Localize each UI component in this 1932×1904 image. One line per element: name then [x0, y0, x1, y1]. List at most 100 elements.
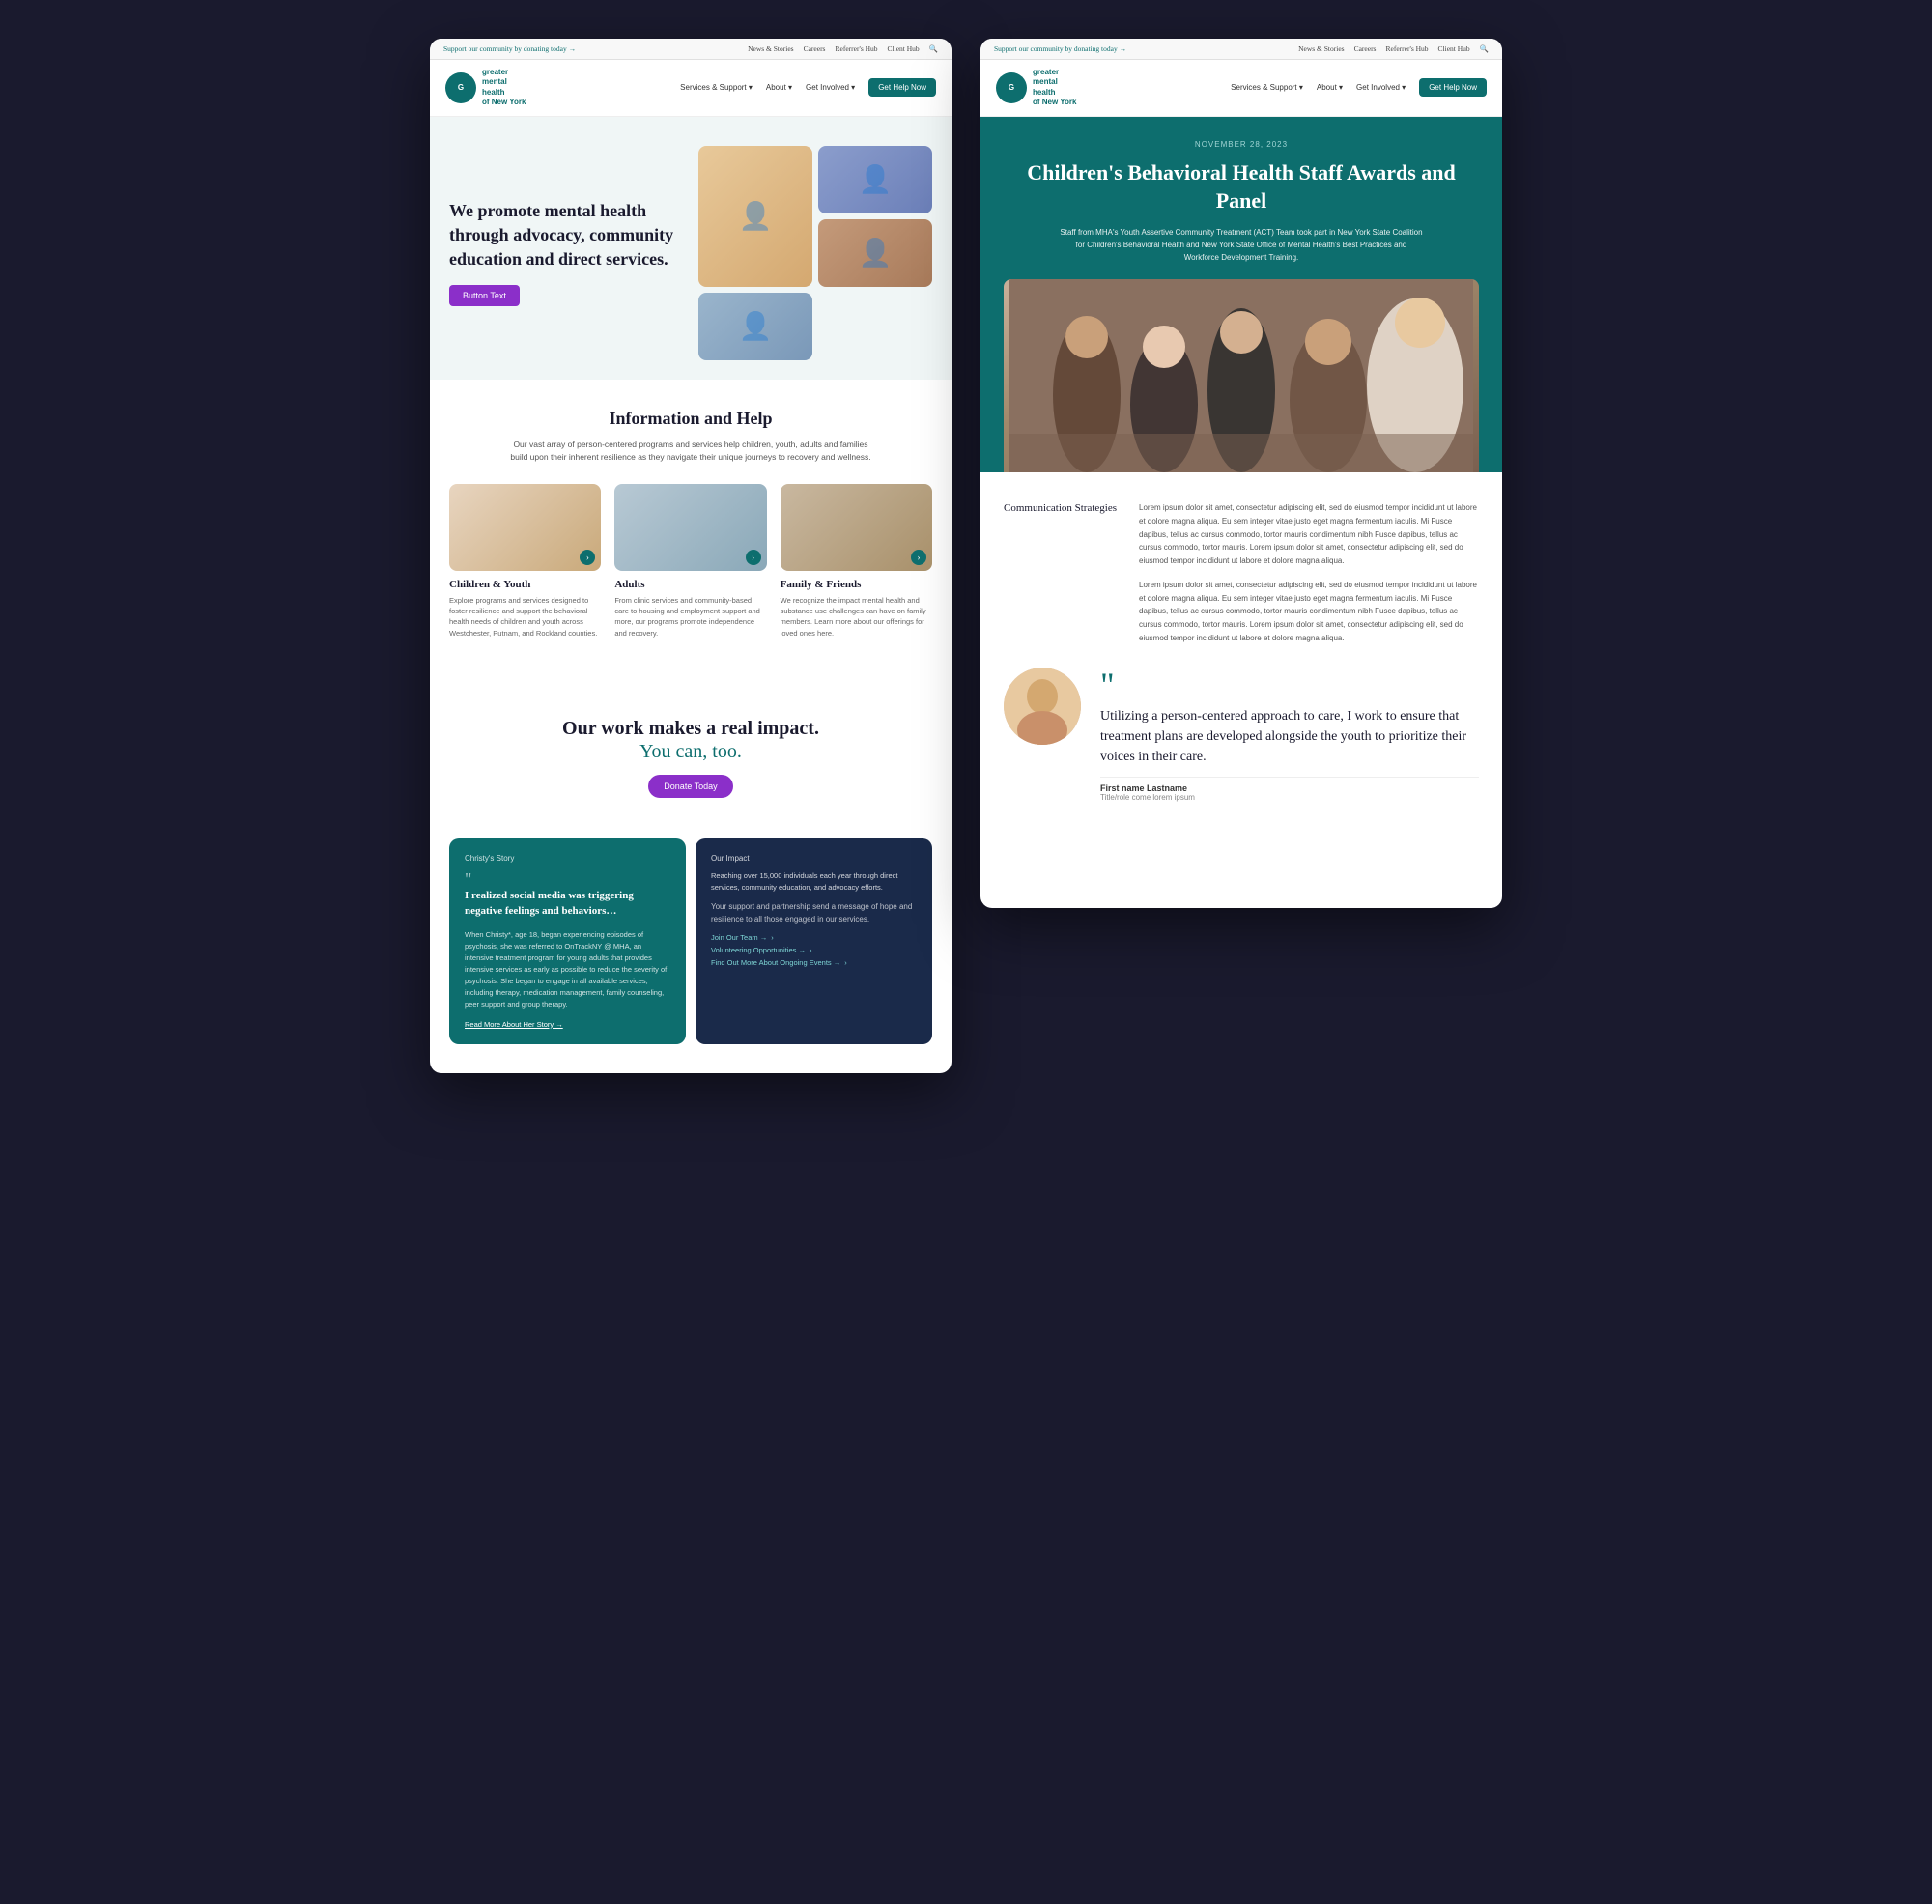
christy-link[interactable]: Read More About Her Story → — [465, 1020, 670, 1029]
card-img-3: › — [781, 484, 932, 571]
support-text-left[interactable]: Support our community by donating today … — [443, 44, 576, 53]
testimonial-quote: Utilizing a person-centered approach to … — [1100, 706, 1479, 767]
card-desc-2: From clinic services and community-based… — [614, 595, 766, 639]
quote-mark-1: " — [465, 870, 670, 888]
hero-image-4: 👤 — [698, 293, 812, 360]
testimonial-section: " Utilizing a person-centered approach t… — [1004, 668, 1479, 802]
logo-icon-right: G — [996, 72, 1027, 103]
article-date: NOVEMBER 28, 2023 — [1004, 140, 1479, 149]
get-help-button-right[interactable]: Get Help Now — [1419, 78, 1487, 97]
testimonial-role: Title/role come lorem ipsum — [1100, 793, 1479, 802]
impact-line2: You can, too. — [449, 741, 932, 763]
impact-text: Reaching over 15,000 individuals each ye… — [711, 870, 917, 894]
logo-text-right: greater mental health of New York — [1033, 68, 1077, 108]
christy-story-card: Christy's Story " I realized social medi… — [449, 838, 686, 1044]
article-content: Communication Strategies Lorem ipsum dol… — [980, 472, 1502, 831]
nav-client-left[interactable]: Client Hub — [888, 44, 920, 53]
impact-label: Our Impact — [711, 854, 917, 863]
card-title-2: Adults — [614, 579, 766, 590]
card-arrow-3[interactable]: › — [911, 550, 926, 565]
hero-heading-left: We promote mental health through advocac… — [449, 199, 683, 272]
card-arrow-2[interactable]: › — [746, 550, 761, 565]
impact-section: Our work makes a real impact. You can, t… — [430, 687, 952, 838]
nav-news-left[interactable]: News & Stories — [748, 44, 794, 53]
card-arrow-1[interactable]: › — [580, 550, 595, 565]
top-nav-links-right: News & Stories Careers Referrer's Hub Cl… — [1298, 44, 1489, 53]
top-nav-links-left: News & Stories Careers Referrer's Hub Cl… — [748, 44, 938, 53]
get-help-button-left[interactable]: Get Help Now — [868, 78, 936, 97]
article-desc: Staff from MHA's Youth Assertive Communi… — [1058, 227, 1425, 264]
article-title: Children's Behavioral Health Staff Award… — [1004, 158, 1479, 215]
christy-quote: I realized social media was triggering n… — [465, 888, 670, 920]
hero-images-left: 👤 👤 👤 👤 — [698, 146, 932, 360]
christy-body: When Christy*, age 18, began experiencin… — [465, 929, 670, 1010]
testimonial-text-block: " Utilizing a person-centered approach t… — [1100, 668, 1479, 802]
main-nav-left: G greater mental health of New York Serv… — [430, 60, 952, 117]
cards-row: › Children & Youth Explore programs and … — [449, 484, 932, 658]
card-adults: › Adults From clinic services and commun… — [614, 484, 766, 658]
events-link[interactable]: Find Out More About Ongoing Events → › — [711, 958, 917, 967]
nav-referrer-left[interactable]: Referrer's Hub — [835, 44, 877, 53]
card-img-2: › — [614, 484, 766, 571]
services-nav-right[interactable]: Services & Support ▾ — [1231, 83, 1303, 92]
info-heading: Information and Help — [449, 409, 932, 429]
hero-image-1: 👤 — [698, 146, 812, 287]
join-team-link[interactable]: Join Our Team → › — [711, 933, 917, 942]
nav-links-left: Services & Support ▾ About ▾ Get Involve… — [680, 78, 936, 97]
nav-client-right[interactable]: Client Hub — [1438, 44, 1470, 53]
hero-image-2: 👤 — [818, 146, 932, 213]
nav-careers-left[interactable]: Careers — [804, 44, 826, 53]
left-browser-window: Support our community by donating today … — [430, 39, 952, 1073]
right-browser-window: Support our community by donating today … — [980, 39, 1502, 908]
card-img-1: › — [449, 484, 601, 571]
hero-text-left: We promote mental health through advocac… — [449, 199, 683, 307]
info-section-left: Information and Help Our vast array of p… — [430, 380, 952, 687]
card-title-1: Children & Youth — [449, 579, 601, 590]
hero-button-left[interactable]: Button Text — [449, 285, 520, 306]
nav-referrer-right[interactable]: Referrer's Hub — [1385, 44, 1428, 53]
search-icon-left[interactable]: 🔍 — [929, 44, 938, 53]
hero-section-left: We promote mental health through advocac… — [430, 117, 952, 380]
article-hero: NOVEMBER 28, 2023 Children's Behavioral … — [980, 117, 1502, 473]
logo-icon-left: G — [445, 72, 476, 103]
article-image-svg — [1004, 279, 1479, 472]
nav-careers-right[interactable]: Careers — [1354, 44, 1377, 53]
nav-news-right[interactable]: News & Stories — [1298, 44, 1345, 53]
impact-support: Your support and partnership send a mess… — [711, 901, 917, 926]
comm-text: Lorem ipsum dolor sit amet, consectetur … — [1139, 501, 1479, 644]
comm-para1: Lorem ipsum dolor sit amet, consectetur … — [1139, 501, 1479, 567]
comm-strategies-section: Communication Strategies Lorem ipsum dol… — [1004, 501, 1479, 644]
christy-label: Christy's Story — [465, 854, 670, 863]
card-desc-1: Explore programs and services designed t… — [449, 595, 601, 639]
support-text-right[interactable]: Support our community by donating today … — [994, 44, 1126, 53]
comm-label: Communication Strategies — [1004, 501, 1120, 644]
impact-card: Our Impact Reaching over 15,000 individu… — [696, 838, 932, 1044]
info-subtext: Our vast array of person-centered progra… — [507, 439, 874, 465]
card-family: › Family & Friends We recognize the impa… — [781, 484, 932, 658]
volunteering-link[interactable]: Volunteering Opportunities → › — [711, 946, 917, 954]
avatar-image — [1004, 668, 1081, 745]
services-nav-left[interactable]: Services & Support ▾ — [680, 83, 753, 92]
impact-line1: Our work makes a real impact. — [449, 716, 932, 741]
get-involved-nav-left[interactable]: Get Involved ▾ — [806, 83, 855, 92]
testimonial-avatar — [1004, 668, 1081, 745]
nav-links-right: Services & Support ▾ About ▾ Get Involve… — [1231, 78, 1487, 97]
top-bar-left: Support our community by donating today … — [430, 39, 952, 60]
main-nav-right: G greater mental health of New York Serv… — [980, 60, 1502, 117]
card-desc-3: We recognize the impact mental health an… — [781, 595, 932, 639]
comm-para2: Lorem ipsum dolor sit amet, consectetur … — [1139, 579, 1479, 644]
card-children: › Children & Youth Explore programs and … — [449, 484, 601, 658]
search-icon-right[interactable]: 🔍 — [1480, 44, 1489, 53]
get-involved-nav-right[interactable]: Get Involved ▾ — [1356, 83, 1406, 92]
donate-button[interactable]: Donate Today — [648, 775, 732, 798]
card-title-3: Family & Friends — [781, 579, 932, 590]
logo-text-left: greater mental health of New York — [482, 68, 526, 108]
article-image — [1004, 279, 1479, 472]
big-quote-mark: " — [1100, 668, 1479, 702]
hero-image-3: 👤 — [818, 219, 932, 287]
about-nav-left[interactable]: About ▾ — [766, 83, 792, 92]
logo-left[interactable]: G greater mental health of New York — [445, 68, 526, 108]
logo-right[interactable]: G greater mental health of New York — [996, 68, 1077, 108]
about-nav-right[interactable]: About ▾ — [1317, 83, 1343, 92]
top-bar-right: Support our community by donating today … — [980, 39, 1502, 60]
